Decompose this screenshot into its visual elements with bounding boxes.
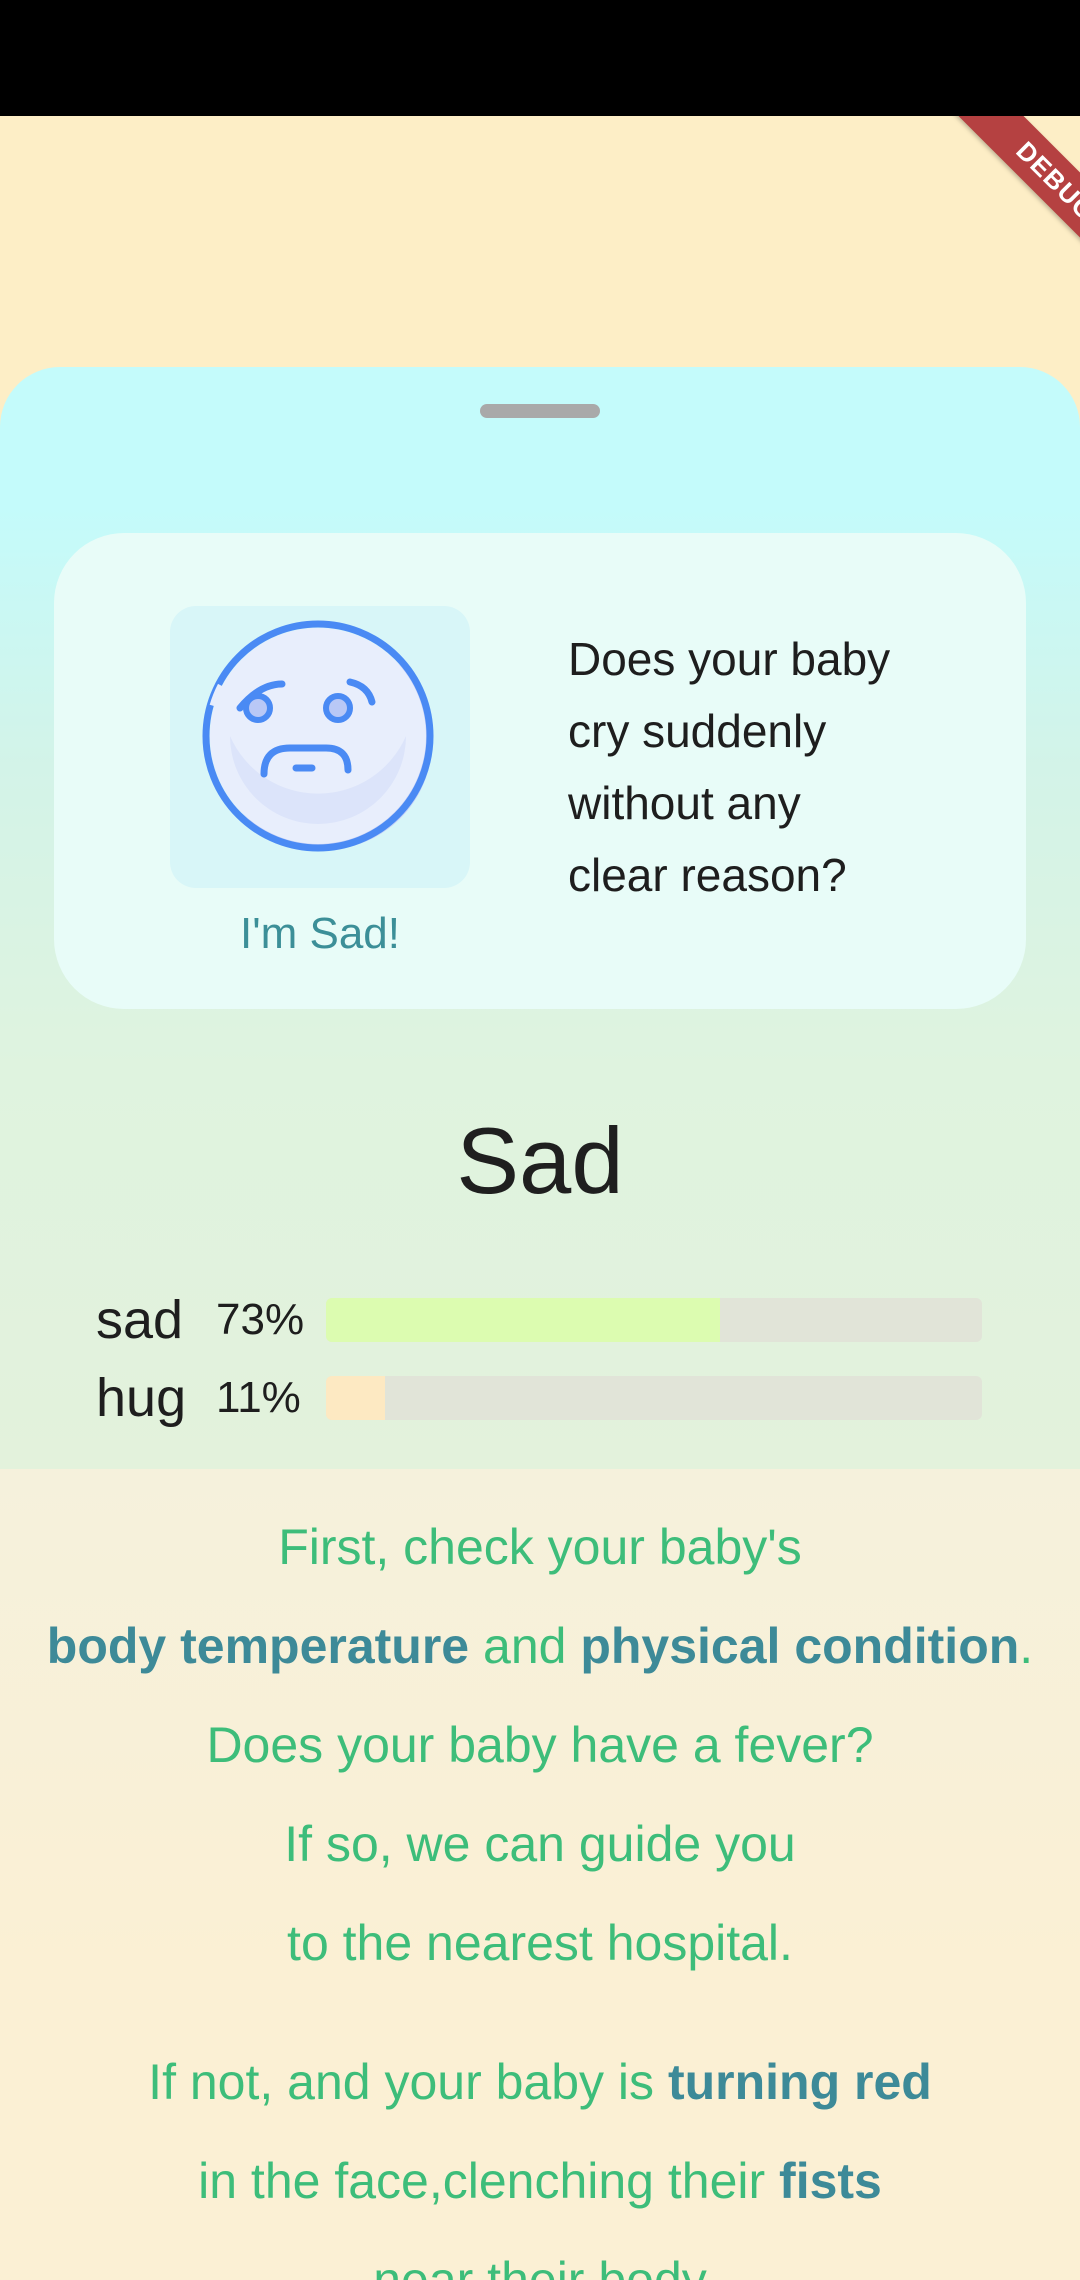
advice-emphasis: turning red	[667, 2054, 932, 2110]
advice-text: and	[469, 1618, 581, 1674]
advice-line: near their body	[373, 2252, 707, 2280]
advice-block-crying: If not, and your baby is turning red in …	[0, 2033, 1080, 2280]
question-line: cry suddenly	[568, 705, 827, 757]
probability-row-sad: sad 73%	[0, 1290, 1080, 1350]
status-bar	[0, 0, 1080, 116]
advice-line: in the face,clenching their fists	[0, 2132, 1080, 2231]
advice-emphasis: fists	[779, 2153, 882, 2209]
probability-bar-fill	[326, 1376, 386, 1420]
probability-percent: 11%	[216, 1373, 301, 1422]
mood-title: Sad	[456, 1108, 624, 1213]
cry-question: Does your baby cry suddenly without any …	[568, 623, 968, 911]
probability-bar-fill	[326, 1298, 720, 1342]
advice-line: body temperature and physical condition.	[0, 1597, 1080, 1696]
emoji-caption: I'm Sad!	[239, 909, 400, 958]
probability-bar-track	[326, 1298, 982, 1342]
advice-line: If not, and your baby is turning red	[0, 2033, 1080, 2132]
probability-row-hug: hug 11%	[0, 1368, 1080, 1428]
drag-handle[interactable]	[480, 404, 600, 418]
advice-block-fever: First, check your baby's body temperatur…	[0, 1498, 1080, 1993]
probability-label: hug	[96, 1368, 187, 1428]
advice-line: to the nearest hospital.	[287, 1915, 793, 1971]
debug-banner-label: DEBUG	[933, 116, 1080, 296]
bottom-sheet: I'm Sad! Does your baby cry suddenly wit…	[0, 367, 1080, 2280]
question-line: clear reason?	[568, 849, 847, 901]
advice-text: .	[1019, 1618, 1034, 1674]
advice-emphasis: body temperature	[46, 1618, 470, 1674]
debug-banner: DEBUG	[900, 116, 1080, 296]
advice-text: If not, and your baby is	[148, 2054, 668, 2110]
probability-bar-track	[326, 1376, 982, 1420]
emoji-tile[interactable]	[170, 606, 470, 888]
advice-line: If so, we can guide you	[284, 1816, 796, 1872]
advice-emphasis: physical condition	[580, 1618, 1020, 1674]
sad-face-icon	[202, 620, 434, 852]
advice-line: First, check your baby's	[278, 1519, 802, 1575]
question-line: Does your baby	[568, 633, 891, 685]
question-line: without any	[568, 777, 801, 829]
cry-analysis-card: I'm Sad! Does your baby cry suddenly wit…	[54, 533, 1026, 1009]
probability-percent: 73%	[216, 1295, 305, 1344]
advice-line: Does your baby have a fever?	[206, 1717, 874, 1773]
advice-text: in the face,clenching their	[198, 2153, 780, 2209]
probability-label: sad	[96, 1290, 184, 1350]
